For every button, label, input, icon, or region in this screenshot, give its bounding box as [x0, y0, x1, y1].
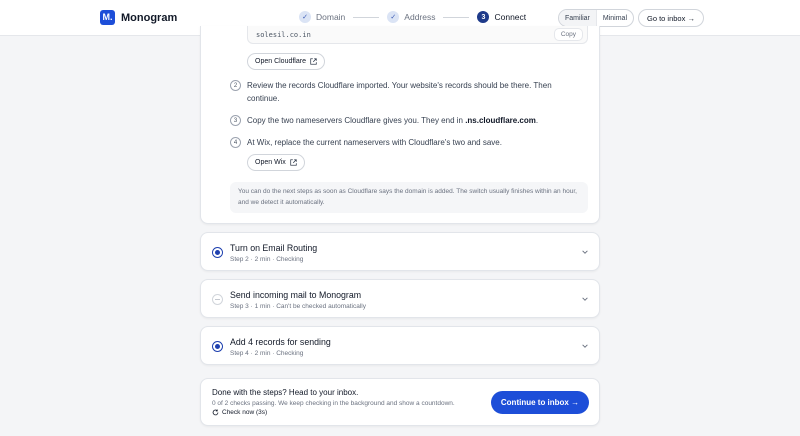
instruction-number: 4	[230, 137, 241, 148]
go-to-inbox-button[interactable]: Go to inbox →	[638, 9, 704, 27]
stepper-step-number: 3	[477, 11, 490, 23]
manual-status-icon	[212, 294, 223, 305]
task-meta: Step 3 · 1 min · Can't be checked automa…	[230, 303, 367, 310]
instruction-number: 2	[230, 80, 241, 91]
task-card-incoming-mail[interactable]: Send incoming mail to Monogram Step 3 · …	[200, 279, 600, 318]
nameserver-suffix: .ns.cloudflare.com	[465, 116, 536, 125]
instruction-text: .	[535, 116, 539, 125]
checking-status-icon	[212, 247, 223, 258]
check-now-link[interactable]: Check now (3s)	[212, 409, 267, 416]
refresh-icon	[212, 409, 219, 416]
footer-title: Done with the steps? Head to your inbox.	[212, 388, 359, 397]
stepper-step-label: Domain	[316, 12, 346, 22]
instruction-number: 3	[230, 115, 241, 126]
check-now-label: Check now (3s)	[222, 409, 268, 416]
open-cloudflare-label: Open Cloudflare	[255, 58, 306, 65]
copy-button[interactable]: Copy	[553, 28, 583, 41]
stepper-connector	[443, 16, 470, 18]
chevron-down-icon[interactable]	[581, 342, 589, 350]
stepper-step-domain[interactable]: ✓ Domain	[299, 11, 345, 23]
stepper-step-label: Connect	[494, 12, 527, 22]
task-title: Send incoming mail to Monogram	[230, 290, 362, 300]
instruction-copy-nameservers: Copy the two nameservers Cloudflare give…	[247, 114, 577, 127]
view-mode-familiar[interactable]: Familiar	[559, 10, 596, 26]
open-wix-button[interactable]: Open Wix	[247, 154, 305, 171]
stepper-step-connect[interactable]: 3 Connect	[477, 11, 526, 23]
instruction-text: Copy the two nameservers Cloudflare give…	[247, 116, 466, 125]
view-mode-minimal[interactable]: Minimal	[595, 10, 633, 26]
monogram-logo-icon: M.	[100, 10, 115, 25]
check-icon: ✓	[299, 11, 311, 23]
checking-status-icon	[212, 341, 223, 352]
info-note: You can do the next steps as soon as Clo…	[230, 182, 588, 213]
setup-stepper: ✓ Domain ✓ Address 3 Connect	[299, 11, 526, 23]
check-icon: ✓	[387, 11, 400, 23]
task-meta: Step 4 · 2 min · Checking	[230, 350, 304, 357]
brand[interactable]: M. Monogram	[100, 10, 177, 25]
task-card-email-routing[interactable]: Turn on Email Routing Step 2 · 2 min · C…	[200, 232, 600, 271]
nameserver-code-field: solesil.co.in Copy	[247, 26, 588, 44]
continue-to-inbox-button[interactable]: Continue to inbox →	[491, 391, 589, 414]
task-card-sending-records[interactable]: Add 4 records for sending Step 4 · 2 min…	[200, 326, 600, 365]
nameserver-value: solesil.co.in	[256, 31, 311, 39]
open-wix-label: Open Wix	[255, 159, 286, 166]
external-link-icon	[310, 58, 317, 65]
stepper-connector	[353, 16, 380, 18]
footer-subtitle: 0 of 2 checks passing. We keep checking …	[212, 400, 455, 407]
task-meta: Step 2 · 2 min · Checking	[230, 256, 304, 263]
instruction-review-records: Review the records Cloudflare imported. …	[247, 81, 552, 103]
task-title: Turn on Email Routing	[230, 243, 318, 253]
view-mode-toggle: Familiar Minimal	[558, 9, 635, 27]
completion-footer: Done with the steps? Head to your inbox.…	[200, 378, 600, 426]
instruction-replace-nameservers: At Wix, replace the current nameservers …	[247, 138, 502, 147]
stepper-step-address[interactable]: ✓ Address	[387, 11, 435, 23]
open-cloudflare-button[interactable]: Open Cloudflare	[247, 53, 325, 70]
chevron-down-icon[interactable]	[581, 295, 589, 303]
brand-name: Monogram	[121, 11, 178, 24]
task-title: Add 4 records for sending	[230, 337, 331, 347]
chevron-down-icon[interactable]	[581, 248, 589, 256]
stepper-step-label: Address	[404, 12, 436, 22]
external-link-icon	[290, 159, 297, 166]
